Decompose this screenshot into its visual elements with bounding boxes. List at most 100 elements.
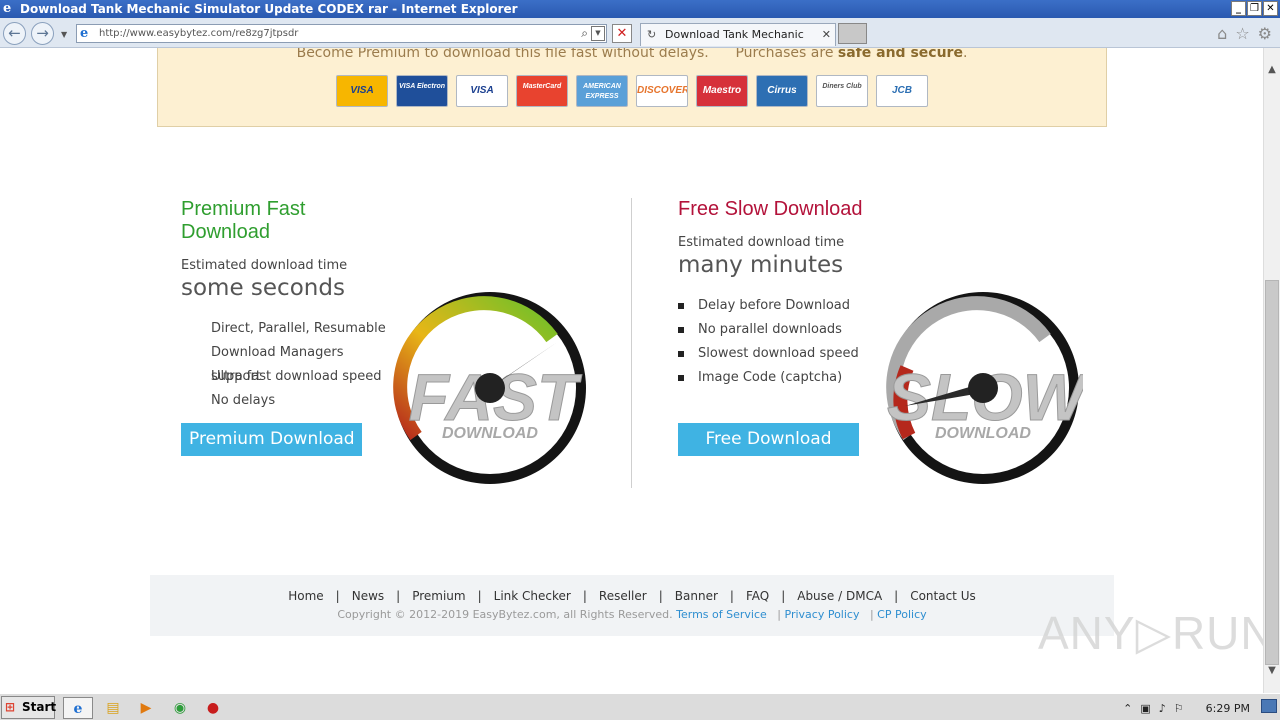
network-icon[interactable]: ▣ <box>1140 702 1150 715</box>
footer-links: Home | News | Premium | Link Checker | Reseller |… <box>150 589 1114 603</box>
banner-text-1: Become Premium to download this file fas… <box>296 48 709 61</box>
stop-button[interactable]: ✕ <box>612 24 632 43</box>
taskbar-ie-icon[interactable]: e <box>63 697 93 719</box>
footer-separator: | <box>894 589 899 603</box>
loading-spinner-icon: ↻ <box>647 28 657 41</box>
bullet-icon <box>678 303 684 309</box>
free-title: Free Slow Download <box>678 198 863 220</box>
start-button[interactable]: ⊞ Start <box>1 696 57 719</box>
free-feature: Slowest download speed <box>678 342 888 366</box>
search-icon[interactable]: ⌕ <box>581 25 588 42</box>
window-title: Download Tank Mechanic Simulator Update … <box>20 2 518 16</box>
back-button[interactable]: ← <box>3 22 26 45</box>
footer-link[interactable]: Banner <box>675 589 718 603</box>
footer-link[interactable]: Contact Us <box>910 589 976 603</box>
system-tray: ⌃ ▣ ♪ ⚐ 6:29 PM <box>1123 696 1280 720</box>
maximize-button[interactable]: ❐ <box>1247 1 1262 16</box>
history-dropdown-icon[interactable]: ▼ <box>61 30 67 39</box>
free-features: Delay before Download No parallel downlo… <box>678 294 888 390</box>
tos-link[interactable]: Terms of Service <box>676 608 767 621</box>
show-desktop-button[interactable] <box>1261 699 1277 713</box>
fast-gauge-icon: FAST DOWNLOAD <box>393 292 586 484</box>
scroll-thumb[interactable] <box>1265 280 1279 665</box>
fast-gauge-sub: DOWNLOAD <box>442 425 538 442</box>
premium-est-value: some seconds <box>181 275 345 301</box>
copyright-text: Copyright © 2012-2019 EasyBytez.com, all… <box>337 608 673 621</box>
footer-copyright: Copyright © 2012-2019 EasyBytez.com, all… <box>337 608 927 621</box>
footer-link[interactable]: Link Checker <box>494 589 571 603</box>
banner-text-end: . <box>962 48 968 61</box>
footer-link[interactable]: News <box>352 589 384 603</box>
free-download-button[interactable]: Free Download <box>678 423 859 456</box>
clock[interactable]: 6:29 PM <box>1206 702 1250 715</box>
bullet-icon <box>678 351 684 357</box>
footer-link[interactable]: Premium <box>412 589 465 603</box>
tray-expand-icon[interactable]: ⌃ <box>1123 702 1132 715</box>
free-feature: Delay before Download <box>678 294 888 318</box>
footer-link[interactable]: Reseller <box>599 589 647 603</box>
premium-est-label: Estimated download time <box>181 258 348 273</box>
premium-feature: Download Managers support <box>211 345 344 384</box>
privacy-link[interactable]: Privacy Policy <box>785 608 860 621</box>
free-feature-text: Delay before Download <box>698 298 851 313</box>
banner-text-2: Purchases are <box>735 48 838 61</box>
free-feature-text: Image Code (captcha) <box>698 370 843 385</box>
scroll-down-icon[interactable]: ▼ <box>1264 663 1280 679</box>
footer-separator: | <box>396 589 401 603</box>
payment-card: Diners Club <box>816 75 868 107</box>
column-divider <box>631 198 632 488</box>
payment-card: VISA <box>336 75 388 107</box>
free-est-label: Estimated download time <box>678 235 845 250</box>
scroll-up-icon[interactable]: ▲ <box>1264 62 1280 78</box>
footer-link[interactable]: FAQ <box>746 589 769 603</box>
address-url[interactable]: http://www.easybytez.com/re8zg7jtpsdr <box>99 25 298 42</box>
close-button[interactable]: ✕ <box>1263 1 1278 16</box>
new-tab-button[interactable] <box>838 23 867 44</box>
premium-title: Premium Fast Download <box>181 198 306 243</box>
browser-tab[interactable]: ↻ Download Tank Mechanic Sim... ✕ <box>640 23 836 63</box>
forward-button[interactable]: → <box>31 22 54 45</box>
vertical-scrollbar[interactable]: ▲ ▼ <box>1263 48 1280 693</box>
free-feature: Image Code (captcha) <box>678 366 888 390</box>
ie-favicon-icon: e <box>80 26 89 41</box>
favorites-star-icon[interactable]: ☆ <box>1235 24 1249 43</box>
free-feature-text: No parallel downloads <box>698 322 842 337</box>
minimize-button[interactable]: _ <box>1231 1 1246 16</box>
payment-cards: VISA VISA Electron VISA MasterCard AMERICAN … <box>336 75 928 107</box>
taskbar-mediaplayer-icon[interactable]: ▶ <box>131 697 161 719</box>
premium-features: Direct, Parallel, Resumable Download Man… <box>181 317 391 413</box>
footer-separator: | <box>477 589 482 603</box>
payment-card: MasterCard <box>516 75 568 107</box>
free-est-value: many minutes <box>678 252 844 278</box>
premium-column: Premium Fast Download Estimated download… <box>181 198 391 413</box>
cp-policy-link[interactable]: CP Policy <box>877 608 926 621</box>
payment-card: VISA <box>456 75 508 107</box>
window-titlebar: e Download Tank Mechanic Simulator Updat… <box>0 0 1280 18</box>
taskbar-explorer-icon[interactable]: ▤ <box>98 697 128 719</box>
payment-card: DISCOVER <box>636 75 688 107</box>
home-icon[interactable]: ⌂ <box>1217 24 1227 43</box>
slow-gauge-sub: DOWNLOAD <box>935 425 1031 442</box>
flag-icon[interactable]: ⚐ <box>1174 702 1184 715</box>
banner-text: Become Premium to download this file fas… <box>158 48 1106 61</box>
banner-text-strong: safe and secure <box>837 48 963 61</box>
taskbar-chrome-icon[interactable]: ◉ <box>165 697 195 719</box>
payment-card: AMERICAN EXPRESS <box>576 75 628 107</box>
taskbar: ⊞ Start e ▤ ▶ ◉ ● ⌃ ▣ ♪ ⚐ 6:29 PM <box>0 693 1280 720</box>
tab-close-icon[interactable]: ✕ <box>822 24 831 46</box>
footer-link[interactable]: Home <box>288 589 323 603</box>
taskbar-security-icon[interactable]: ● <box>198 697 228 719</box>
footer-separator: | <box>729 589 734 603</box>
slow-gauge-icon: SLOW DOWNLOAD <box>886 292 1083 484</box>
payment-card: Cirrus <box>756 75 808 107</box>
volume-icon[interactable]: ♪ <box>1159 702 1166 715</box>
premium-download-button[interactable]: Premium Download <box>181 423 362 456</box>
address-bar[interactable]: e http://www.easybytez.com/re8zg7jtpsdr … <box>76 24 607 43</box>
footer-separator: | <box>781 589 786 603</box>
address-dropdown-icon[interactable]: ▼ <box>591 26 605 41</box>
payment-card: JCB <box>876 75 928 107</box>
tools-gear-icon[interactable]: ⚙ <box>1258 24 1272 43</box>
footer-link[interactable]: Abuse / DMCA <box>797 589 882 603</box>
start-label: Start <box>22 700 57 714</box>
footer-separator: | <box>582 589 587 603</box>
